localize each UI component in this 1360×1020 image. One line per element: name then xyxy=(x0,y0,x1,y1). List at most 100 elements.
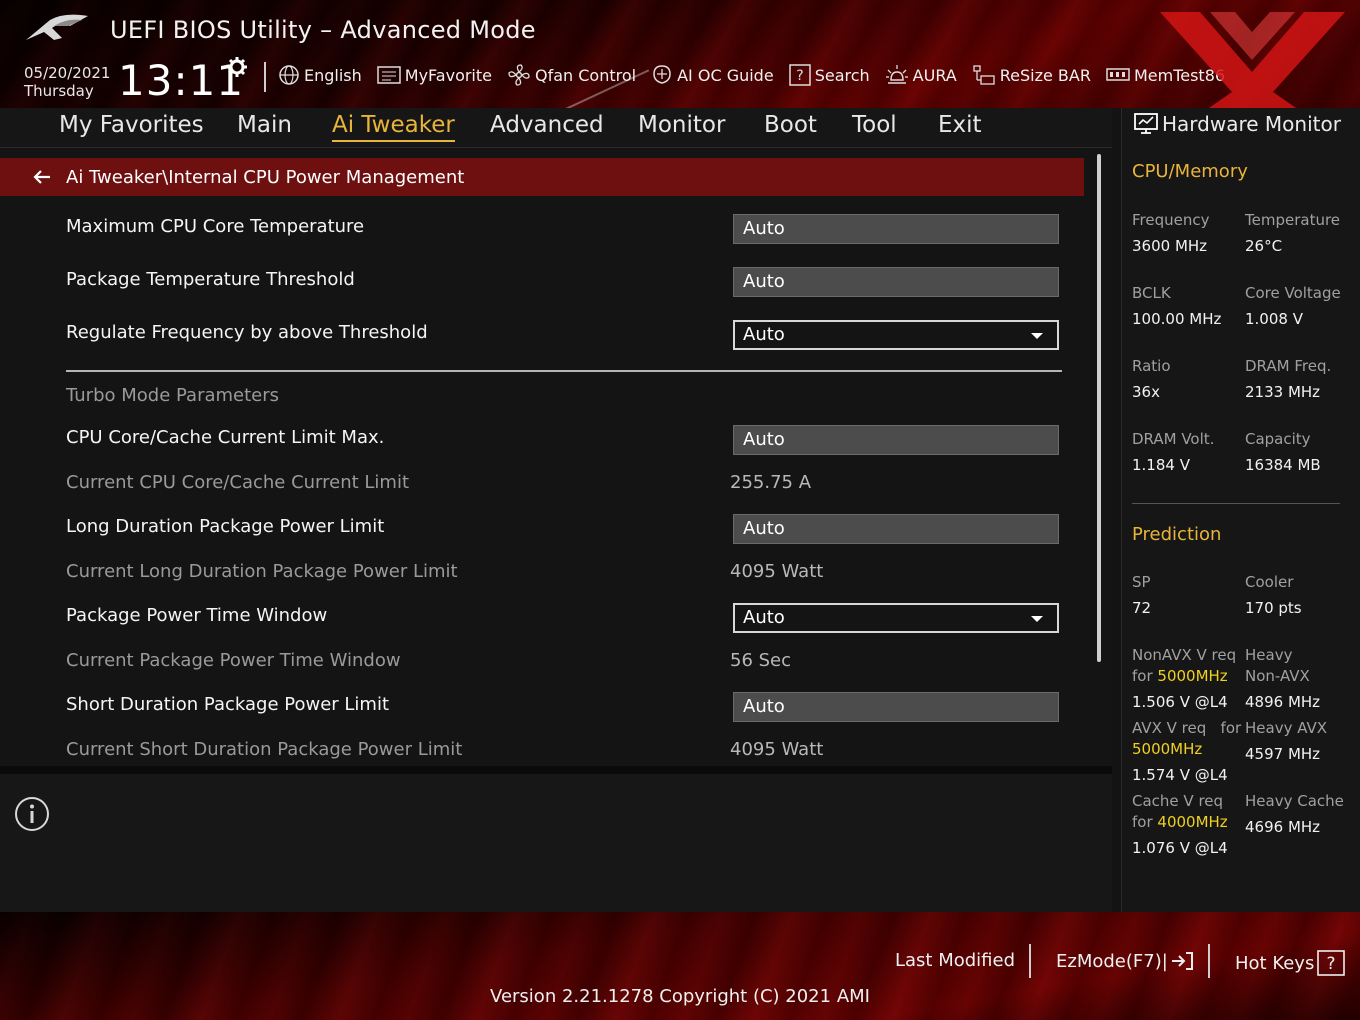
setting-row[interactable]: Package Temperature Threshold Auto xyxy=(66,261,1066,301)
breadcrumb: Ai Tweaker\Internal CPU Power Management xyxy=(0,158,1084,196)
setting-label: Long Duration Package Power Limit xyxy=(66,516,385,537)
setting-label: Maximum CPU Core Temperature xyxy=(66,216,365,237)
setting-row[interactable]: Regulate Frequency by above Threshold Au… xyxy=(66,314,1066,354)
hw-label: for 4000MHz xyxy=(1132,812,1228,833)
hw-label-for: for xyxy=(1220,719,1242,737)
setting-value-field[interactable]: Auto xyxy=(733,514,1059,544)
hot-keys-label: Hot Keys xyxy=(1235,952,1315,974)
hw-label: DRAM Freq. xyxy=(1245,357,1332,375)
ai-chip-icon xyxy=(653,65,671,84)
ezmode-label: EzMode(F7)| xyxy=(1056,950,1168,972)
setting-dropdown[interactable]: Auto xyxy=(733,603,1059,633)
language-button[interactable]: English xyxy=(278,64,362,86)
setting-row[interactable]: Long Duration Package Power Limit Auto xyxy=(66,508,1066,548)
hw-highlight-freq: 5000MHz xyxy=(1132,740,1203,758)
toolbar-label: Qfan Control xyxy=(535,65,637,85)
gear-icon[interactable] xyxy=(226,56,248,78)
hw-value: 1.184 V xyxy=(1132,456,1190,474)
hw-section-heading: Prediction xyxy=(1132,524,1222,545)
hw-value: 72 xyxy=(1132,599,1152,617)
hw-value: 1.076 V @L4 xyxy=(1132,839,1228,857)
back-arrow-icon[interactable] xyxy=(32,167,52,187)
ai-oc-guide-button[interactable]: AI OC Guide xyxy=(651,64,774,86)
footer-divider xyxy=(1208,944,1210,978)
help-panel xyxy=(0,774,1112,912)
hw-label: for 5000MHz xyxy=(1132,666,1228,687)
vertical-scrollbar[interactable] xyxy=(1097,154,1101,662)
toolbar-label: AURA xyxy=(912,65,957,85)
hw-value: 4896 MHz xyxy=(1245,693,1321,711)
readonly-row: Current Package Power Time Window 56 Sec xyxy=(66,642,1066,682)
setting-row[interactable]: Package Power Time Window Auto xyxy=(66,597,1066,637)
ezmode-button[interactable]: EzMode(F7)| xyxy=(1056,950,1194,972)
hw-value: 1.008 V xyxy=(1245,310,1303,328)
tab-tool[interactable]: Tool xyxy=(852,112,897,138)
hw-highlight-freq: 4000MHz xyxy=(1157,813,1228,831)
myfavorite-button[interactable]: MyFavorite xyxy=(377,65,492,85)
toolbar-label: English xyxy=(304,65,362,85)
readonly-row: Current CPU Core/Cache Current Limit 255… xyxy=(66,464,1066,504)
setting-row[interactable]: Maximum CPU Core Temperature Auto xyxy=(66,208,1066,248)
hw-label: Heavy AVX xyxy=(1245,719,1328,737)
settings-panel: Ai Tweaker\Internal CPU Power Management… xyxy=(0,148,1112,768)
monitor-icon xyxy=(1134,113,1158,134)
toolbar-label: AI OC Guide xyxy=(677,65,774,85)
hw-label-text: AVX V req xyxy=(1132,719,1207,737)
hw-label: Temperature xyxy=(1245,211,1341,229)
setting-row[interactable]: CPU Core/Cache Current Limit Max. Auto xyxy=(66,419,1066,459)
setting-value-field[interactable]: Auto xyxy=(733,267,1059,297)
tab-exit[interactable]: Exit xyxy=(938,112,982,138)
fan-icon xyxy=(508,64,530,86)
tab-main[interactable]: Main xyxy=(237,112,292,138)
tab-monitor[interactable]: Monitor xyxy=(638,112,725,138)
hw-label: BCLK xyxy=(1132,284,1171,302)
setting-value-field[interactable]: Auto xyxy=(733,425,1059,455)
toolbar-label: ReSize BAR xyxy=(999,65,1091,85)
hw-value: 100.00 MHz xyxy=(1132,310,1222,328)
readonly-value: 4095 Watt xyxy=(730,739,824,760)
hw-value: 4696 MHz xyxy=(1245,818,1321,836)
date-display: 05/20/2021 Thursday xyxy=(24,64,110,100)
hw-label: Ratio xyxy=(1132,357,1171,375)
chevron-down-icon xyxy=(1031,333,1043,339)
exit-arrow-icon xyxy=(1171,952,1193,970)
readonly-label: Current CPU Core/Cache Current Limit xyxy=(66,472,410,493)
setting-label: Regulate Frequency by above Threshold xyxy=(66,322,428,343)
tab-boot[interactable]: Boot xyxy=(764,112,817,138)
aura-icon xyxy=(885,65,908,84)
svg-text:?: ? xyxy=(1327,954,1336,974)
panel-divider xyxy=(0,766,1112,774)
dropdown-value: Auto xyxy=(743,324,785,345)
hw-highlight-freq: 5000MHz xyxy=(1157,667,1228,685)
resize-bar-button[interactable]: ReSize BAR xyxy=(972,64,1091,86)
hardware-monitor-panel: Hardware Monitor CPU/Memory Frequency 36… xyxy=(1121,108,1360,912)
header-bar: UEFI BIOS Utility – Advanced Mode 05/20/… xyxy=(0,0,1360,108)
tab-advanced[interactable]: Advanced xyxy=(490,112,604,138)
main-nav: My Favorites Main Ai Tweaker Advanced Mo… xyxy=(0,108,1112,148)
qfan-control-button[interactable]: Qfan Control xyxy=(507,63,636,87)
setting-value-field[interactable]: Auto xyxy=(733,214,1059,244)
hw-value: 3600 MHz xyxy=(1132,237,1208,255)
app-title: UEFI BIOS Utility – Advanced Mode xyxy=(110,16,536,44)
toolbar: English MyFavorite Qfan Control AI OC Gu… xyxy=(278,62,1240,88)
setting-value-field[interactable]: Auto xyxy=(733,692,1059,722)
hw-monitor-title-text: Hardware Monitor xyxy=(1162,112,1341,136)
aura-button[interactable]: AURA xyxy=(885,64,957,86)
memtest-icon xyxy=(1106,68,1130,81)
last-modified-button[interactable]: Last Modified xyxy=(895,950,1015,971)
readonly-label: Current Long Duration Package Power Limi… xyxy=(66,561,458,582)
footer-divider xyxy=(1029,944,1031,978)
hw-value: 1.574 V @L4 xyxy=(1132,766,1228,784)
readonly-value: 255.75 A xyxy=(730,472,812,493)
search-button[interactable]: ? Search xyxy=(788,64,870,86)
readonly-label: Current Short Duration Package Power Lim… xyxy=(66,739,463,760)
hw-value: 1.506 V @L4 xyxy=(1132,693,1228,711)
setting-dropdown[interactable]: Auto xyxy=(733,320,1059,350)
globe-icon xyxy=(279,65,299,85)
tab-ai-tweaker[interactable]: Ai Tweaker xyxy=(332,112,455,142)
tab-my-favorites[interactable]: My Favorites xyxy=(59,112,204,138)
setting-row[interactable]: Short Duration Package Power Limit Auto xyxy=(66,686,1066,726)
readonly-label: Current Package Power Time Window xyxy=(66,650,401,671)
hot-keys-button[interactable]: Hot Keys ? xyxy=(1235,950,1346,976)
dropdown-value: Auto xyxy=(743,607,785,628)
